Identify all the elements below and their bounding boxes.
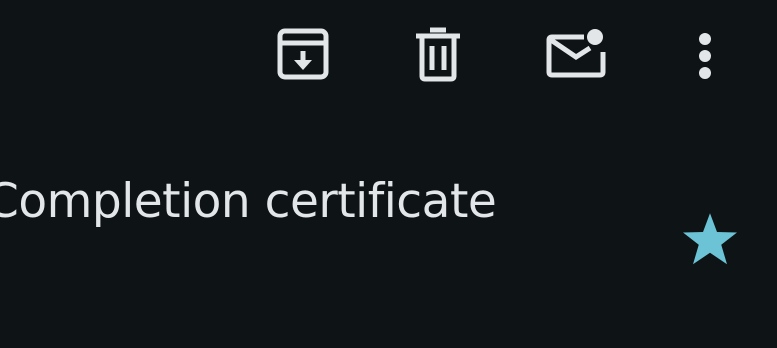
archive-icon bbox=[277, 28, 329, 80]
mark-unread-icon bbox=[546, 29, 606, 78]
trash-icon bbox=[416, 27, 460, 82]
message-subject-row: Completion certificate bbox=[0, 160, 777, 270]
message-subject: Completion certificate bbox=[0, 174, 497, 229]
more-vert-icon bbox=[699, 33, 711, 79]
mark-unread-button[interactable] bbox=[543, 22, 607, 86]
star-button[interactable] bbox=[676, 206, 744, 274]
top-app-bar bbox=[0, 0, 777, 110]
star-icon bbox=[683, 213, 737, 265]
more-options-button[interactable] bbox=[673, 22, 737, 86]
archive-button[interactable] bbox=[271, 22, 335, 86]
delete-button[interactable] bbox=[406, 22, 470, 86]
